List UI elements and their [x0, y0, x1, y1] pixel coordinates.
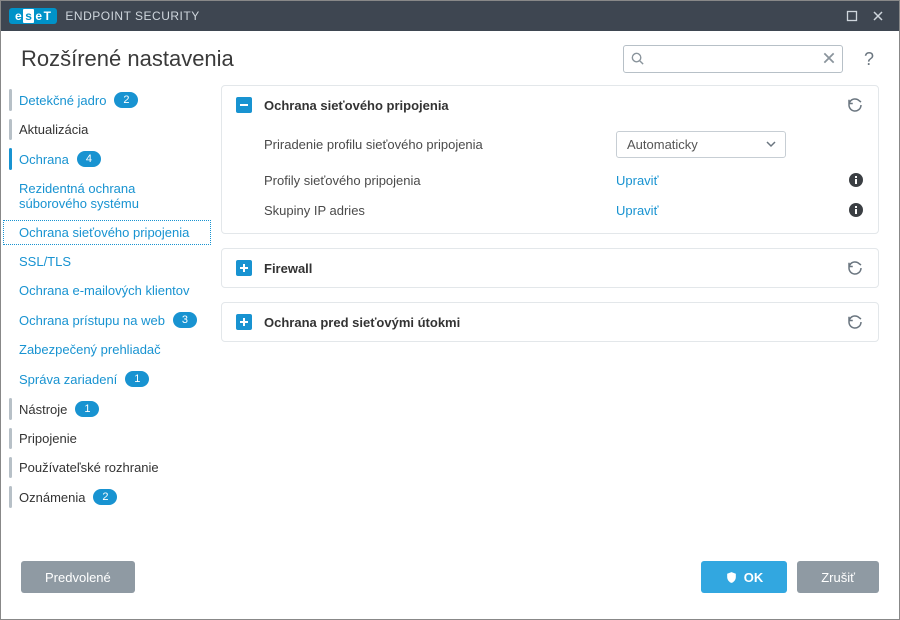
ok-label: OK: [744, 570, 764, 585]
sidebar-subitem-mail[interactable]: Ochrana e-mailových klientov: [1, 276, 213, 305]
sidebar-item-update[interactable]: Aktualizácia: [1, 115, 213, 144]
rail: [9, 486, 12, 508]
rail: [9, 398, 12, 420]
sidebar-subitem-web[interactable]: Ochrana prístupu na web 3: [1, 305, 213, 335]
reset-icon[interactable]: [846, 259, 864, 277]
profile-select[interactable]: Automaticky: [616, 131, 786, 158]
search-wrap: [623, 45, 843, 73]
header: Rozšírené nastavenia ?: [1, 31, 899, 81]
defaults-button[interactable]: Predvolené: [21, 561, 135, 593]
info-icon[interactable]: [848, 172, 864, 188]
edit-link[interactable]: Upraviť: [616, 173, 658, 188]
sidebar-item-label: Ochrana e-mailových klientov: [19, 283, 190, 298]
clear-search-icon[interactable]: [822, 51, 836, 65]
edit-link[interactable]: Upraviť: [616, 203, 658, 218]
content: Ochrana sieťového pripojenia Priradenie …: [213, 81, 899, 549]
page-title: Rozšírené nastavenia: [21, 46, 607, 72]
panel-header[interactable]: Ochrana sieťového pripojenia: [222, 86, 878, 124]
reset-icon[interactable]: [846, 313, 864, 331]
setting-label: Priradenie profilu sieťového pripojenia: [264, 137, 604, 152]
setting-label: Profily sieťového pripojenia: [264, 173, 604, 188]
window-close-button[interactable]: [865, 1, 891, 31]
sidebar-item-label: Pripojenie: [19, 431, 77, 446]
sidebar-item-protect[interactable]: Ochrana 4: [1, 144, 213, 174]
shield-icon: [725, 571, 738, 584]
product-name: ENDPOINT SECURITY: [65, 9, 199, 23]
sidebar-item-label: Aktualizácia: [19, 122, 88, 137]
sidebar-item-label: Ochrana: [19, 152, 69, 167]
setting-row: Skupiny IP adries Upraviť: [264, 195, 864, 225]
sidebar: Detekčné jadro 2 Aktualizácia Ochrana 4 Rezid…: [1, 81, 213, 549]
badge: 3: [173, 312, 197, 328]
sidebar-item-detect[interactable]: Detekčné jadro 2: [1, 85, 213, 115]
expand-icon: [236, 314, 252, 330]
rail: [9, 89, 12, 111]
body: Detekčné jadro 2 Aktualizácia Ochrana 4 Rezid…: [1, 81, 899, 549]
sidebar-item-label: Správa zariadení: [19, 372, 117, 387]
chevron-down-icon: [765, 138, 777, 150]
sidebar-item-label: Používateľské rozhranie: [19, 460, 159, 475]
badge: 2: [114, 92, 138, 108]
badge: 1: [75, 401, 99, 417]
brand-logo: eseT: [9, 8, 57, 24]
panel-firewall: Firewall: [221, 248, 879, 288]
badge: 2: [93, 489, 117, 505]
sidebar-item-notif[interactable]: Oznámenia 2: [1, 482, 213, 512]
rail: [9, 457, 12, 478]
sidebar-item-ui[interactable]: Používateľské rozhranie: [1, 453, 213, 482]
sidebar-item-label: Rezidentná ochrana súborového systému: [19, 181, 203, 211]
rail: [9, 148, 12, 170]
panel-title: Ochrana pred sieťovými útokmi: [264, 315, 460, 330]
sidebar-item-label: Ochrana prístupu na web: [19, 313, 165, 328]
setting-row: Profily sieťového pripojenia Upraviť: [264, 165, 864, 195]
panel-network-protection: Ochrana sieťového pripojenia Priradenie …: [221, 85, 879, 234]
sidebar-item-label: Nástroje: [19, 402, 67, 417]
ok-button[interactable]: OK: [701, 561, 788, 593]
setting-label: Skupiny IP adries: [264, 203, 604, 218]
collapse-icon: [236, 97, 252, 113]
panel-body: Priradenie profilu sieťového pripojenia A…: [222, 124, 878, 233]
setting-row: Priradenie profilu sieťového pripojenia A…: [264, 124, 864, 165]
sidebar-subitem-browser[interactable]: Zabezpečený prehliadač: [1, 335, 213, 364]
sidebar-item-tools[interactable]: Nástroje 1: [1, 394, 213, 424]
info-icon[interactable]: [848, 202, 864, 218]
sidebar-item-label: Ochrana sieťového pripojenia: [19, 225, 189, 240]
sidebar-item-label: SSL/TLS: [19, 254, 71, 269]
sidebar-subitem-rtfs[interactable]: Rezidentná ochrana súborového systému: [1, 174, 213, 218]
panel-header[interactable]: Firewall: [222, 249, 878, 287]
sidebar-item-label: Zabezpečený prehliadač: [19, 342, 161, 357]
sidebar-item-conn[interactable]: Pripojenie: [1, 424, 213, 453]
titlebar: eseT ENDPOINT SECURITY: [1, 1, 899, 31]
search-icon: [630, 51, 645, 66]
select-value: Automaticky: [627, 137, 698, 152]
badge: 1: [125, 371, 149, 387]
footer: Predvolené OK Zrušiť: [1, 549, 899, 619]
panel-header[interactable]: Ochrana pred sieťovými útokmi: [222, 303, 878, 341]
panel-title: Firewall: [264, 261, 312, 276]
rail: [9, 428, 12, 449]
window: eseT ENDPOINT SECURITY Rozšírené nastave…: [0, 0, 900, 620]
panel-title: Ochrana sieťového pripojenia: [264, 98, 449, 113]
rail: [9, 119, 12, 140]
sidebar-subitem-devmgmt[interactable]: Správa zariadení 1: [1, 364, 213, 394]
reset-icon[interactable]: [846, 96, 864, 114]
window-maximize-button[interactable]: [839, 1, 865, 31]
sidebar-item-label: Detekčné jadro: [19, 93, 106, 108]
cancel-button[interactable]: Zrušiť: [797, 561, 879, 593]
badge: 4: [77, 151, 101, 167]
panel-network-attack-protection: Ochrana pred sieťovými útokmi: [221, 302, 879, 342]
help-button[interactable]: ?: [859, 49, 879, 70]
search-input[interactable]: [623, 45, 843, 73]
sidebar-subitem-ssltls[interactable]: SSL/TLS: [1, 247, 213, 276]
sidebar-subitem-netprot[interactable]: Ochrana sieťového pripojenia: [1, 218, 213, 247]
expand-icon: [236, 260, 252, 276]
sidebar-item-label: Oznámenia: [19, 490, 85, 505]
